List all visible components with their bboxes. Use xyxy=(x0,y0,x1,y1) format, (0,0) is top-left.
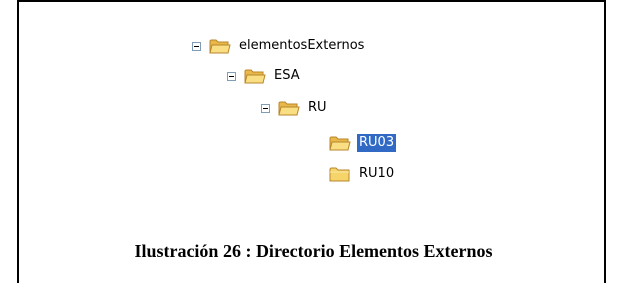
folder-open-icon xyxy=(244,69,266,84)
folder-open-icon xyxy=(329,136,351,151)
tree-node-elementosexternos[interactable]: elementosExternos xyxy=(192,35,366,57)
collapse-toggle-icon[interactable] xyxy=(227,71,236,81)
tree-node-esa[interactable]: ESA xyxy=(227,65,302,87)
folder-open-icon xyxy=(278,101,300,116)
folder-icon xyxy=(329,167,350,182)
tree-node-ru10[interactable]: RU10 xyxy=(329,163,396,185)
tree-node-ru03[interactable]: RU03 xyxy=(329,132,397,154)
tree-node-label: RU xyxy=(308,100,327,115)
tree-node-label: RU10 xyxy=(359,166,395,181)
folder-open-icon xyxy=(209,39,231,54)
tree-node-label-selected: RU03 xyxy=(357,134,397,152)
tree-node-label: elementosExternos xyxy=(239,38,365,53)
collapse-toggle-icon[interactable] xyxy=(261,103,270,113)
collapse-toggle-icon[interactable] xyxy=(192,41,201,51)
tree-node-label: ESA xyxy=(274,68,300,83)
figure-caption: Ilustración 26 : Directorio Elementos Ex… xyxy=(134,241,493,261)
tree-node-ru[interactable]: RU xyxy=(261,97,329,119)
